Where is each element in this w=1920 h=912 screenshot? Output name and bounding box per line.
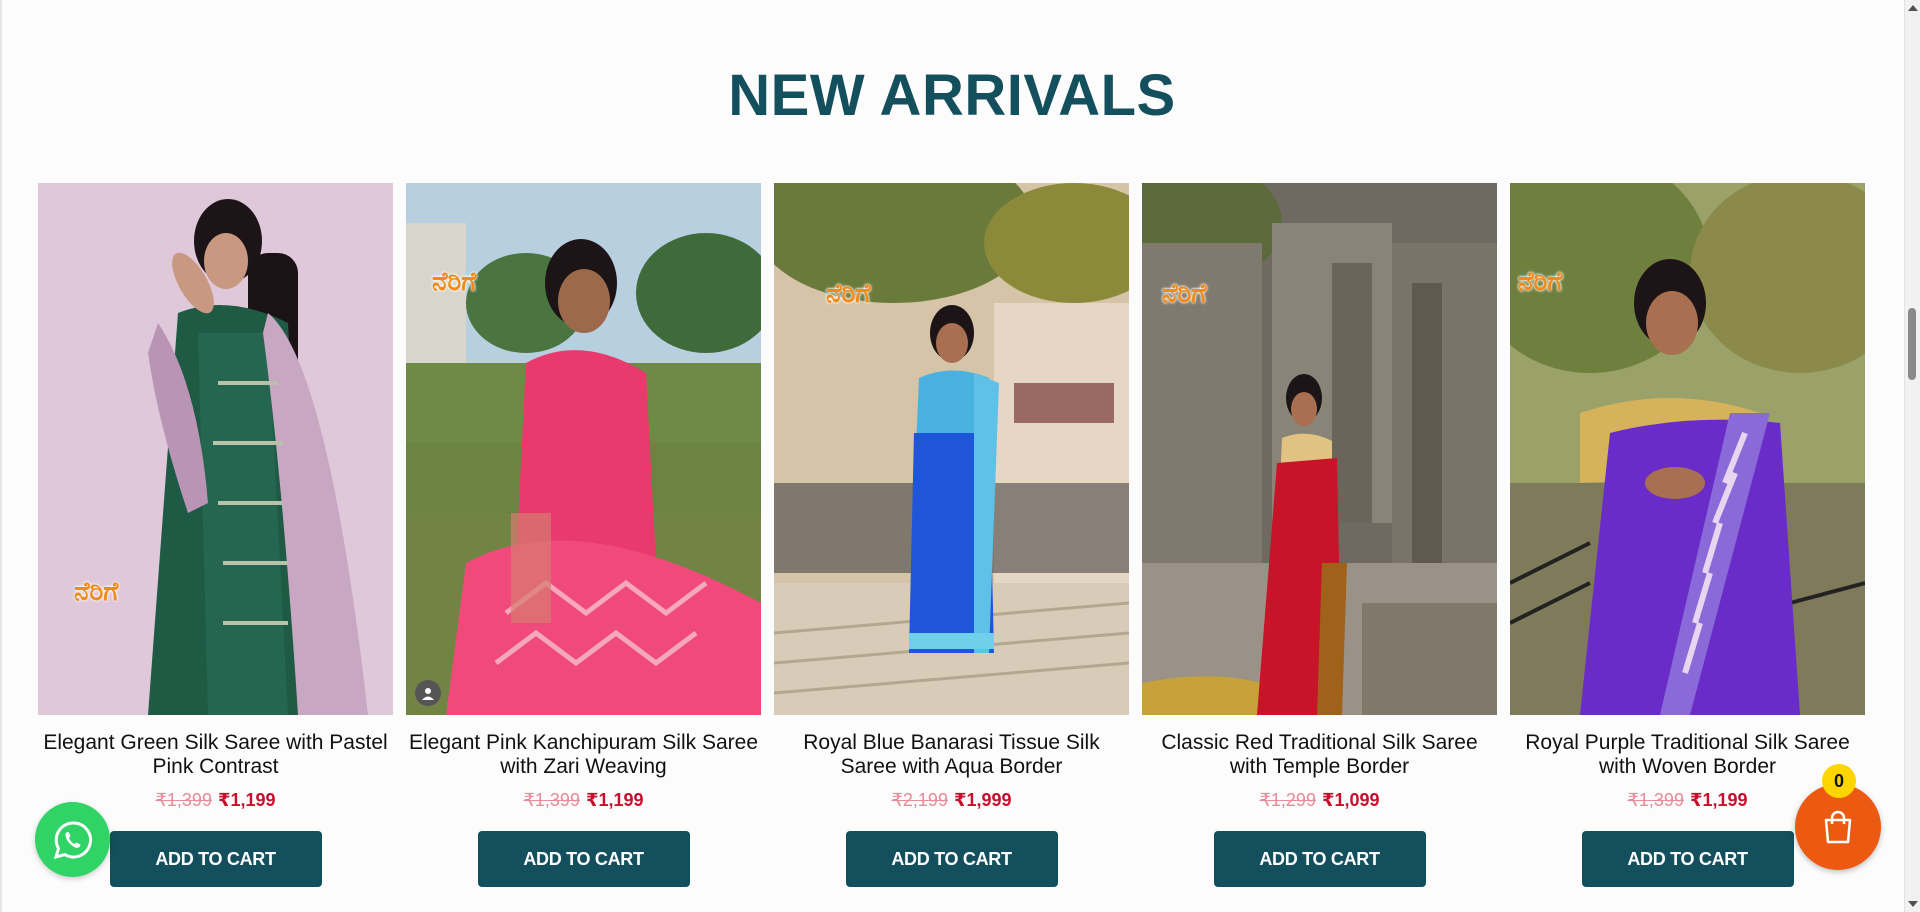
product-card: ನೆರಿಗೆ Elegant Pink Kanchipuram Silk Sar… [406,183,761,887]
product-card: ನೆರಿಗೆ Royal Purple Traditional Silk Sar… [1510,183,1865,887]
price-row: ₹2,199 ₹1,999 [891,789,1011,811]
product-image[interactable]: ನೆರಿಗೆ [1510,183,1865,715]
brand-logo: ನೆರಿಗೆ [826,279,871,309]
old-price: ₹1,399 [1627,790,1684,810]
product-image[interactable]: ನೆರಿಗೆ [774,183,1129,715]
product-photo [38,183,393,715]
shopping-bag-icon [1824,810,1852,844]
scroll-up-arrow-icon[interactable] [1908,5,1918,11]
old-price: ₹1,399 [155,790,212,810]
product-card: ನೆರಿಗೆ Elegant Green Silk Saree with Pas… [38,183,393,887]
price-row: ₹1,399 ₹1,199 [1627,789,1747,811]
product-photo [774,183,1129,715]
add-to-cart-button[interactable]: ADD TO CART [1213,831,1426,887]
product-image[interactable]: ನೆರಿಗೆ [406,183,761,715]
brand-logo: ನೆರಿಗೆ [1162,279,1207,309]
old-price: ₹1,399 [523,790,580,810]
product-image[interactable]: ನೆರಿಗೆ [38,183,393,715]
whatsapp-button[interactable] [35,802,110,877]
product-photo [1510,183,1865,715]
product-name[interactable]: Elegant Pink Kanchipuram Silk Saree with… [406,731,761,779]
section-title: NEW ARRIVALS [728,63,1176,128]
product-card: ನೆರಿಗೆ Classic Red Traditional Silk Sare… [1142,183,1497,887]
sale-price: ₹1,199 [217,790,276,810]
page: NEW ARRIVALS ನೆರಿಗೆ Elegant Green Silk S… [0,0,1920,912]
sale-price: ₹1,199 [1689,790,1748,810]
brand-logo: ನೆರಿಗೆ [1518,267,1563,297]
brand-logo: ನೆರಿಗೆ [74,577,119,607]
sale-price: ₹1,199 [585,790,644,810]
avatar-icon [415,680,441,706]
product-photo [406,183,761,715]
add-to-cart-button[interactable]: ADD TO CART [1581,831,1794,887]
product-photo [1142,183,1497,715]
product-image[interactable]: ನೆರಿಗೆ [1142,183,1497,715]
add-to-cart-button[interactable]: ADD TO CART [845,831,1058,887]
price-row: ₹1,399 ₹1,199 [155,789,275,811]
page-edge [0,0,2,912]
scrollbar-thumb[interactable] [1908,308,1916,380]
scroll-down-arrow-icon[interactable] [1908,901,1918,907]
whatsapp-icon [53,820,92,859]
product-name[interactable]: Royal Blue Banarasi Tissue Silk Saree wi… [774,731,1129,779]
add-to-cart-button[interactable]: ADD TO CART [477,831,690,887]
sale-price: ₹1,999 [953,790,1012,810]
product-name[interactable]: Classic Red Traditional Silk Saree with … [1142,731,1497,779]
brand-logo: ನೆರಿಗೆ [432,267,477,297]
product-name[interactable]: Royal Purple Traditional Silk Saree with… [1510,731,1865,779]
vertical-scrollbar[interactable] [1904,0,1920,912]
price-row: ₹1,399 ₹1,199 [523,789,643,811]
cart-count-badge: 0 [1822,764,1856,798]
add-to-cart-button[interactable]: ADD TO CART [109,831,322,887]
old-price: ₹2,199 [891,790,948,810]
price-row: ₹1,299 ₹1,099 [1259,789,1379,811]
sale-price: ₹1,099 [1321,790,1380,810]
product-name[interactable]: Elegant Green Silk Saree with Pastel Pin… [38,731,393,779]
product-card: ನೆರಿಗೆ Royal Blue Banarasi Tissue Silk S… [774,183,1129,887]
old-price: ₹1,299 [1259,790,1316,810]
product-grid: ನೆರಿಗೆ Elegant Green Silk Saree with Pas… [38,183,1865,887]
